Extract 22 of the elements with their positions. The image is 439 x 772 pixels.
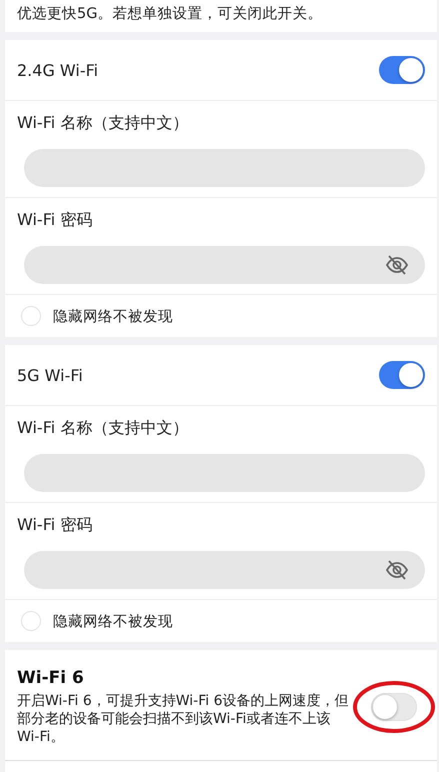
radio-button[interactable] — [21, 611, 41, 631]
field-label: Wi-Fi 名称（支持中文） — [17, 418, 188, 438]
field-label: Wi-Fi 密码 — [17, 514, 92, 536]
password-field[interactable] — [24, 551, 425, 589]
password-field[interactable] — [24, 246, 425, 284]
intro-text: 优选更快5G。若想单独设置，可关闭此开关。 — [16, 5, 324, 24]
toggle-switch[interactable] — [379, 56, 425, 84]
field-label: Wi-Fi 名称（支持中文） — [17, 112, 188, 134]
hidden-label: 隐藏网络不被发现 — [53, 612, 173, 630]
wifi6-title: Wi-Fi 6 — [17, 668, 85, 688]
name-field[interactable] — [24, 149, 425, 187]
wifi6-description: 开启Wi-Fi 6，可提升支持Wi-Fi 6设备的上网速度，但部分老的设备可能会扫描不到该Wi-Fi或者连不上该Wi-Fi。 — [17, 692, 350, 746]
name-field[interactable] — [24, 454, 425, 492]
toggle-switch[interactable] — [379, 361, 425, 389]
radio-button[interactable] — [21, 306, 41, 326]
band-title: 2.4G Wi-Fi — [17, 60, 98, 80]
toggle-switch[interactable] — [371, 693, 417, 721]
band-title: 5G Wi-Fi — [17, 366, 83, 384]
hidden-eye-icon[interactable] — [385, 560, 409, 580]
field-label: Wi-Fi 密码 — [17, 210, 92, 230]
hidden-eye-icon[interactable] — [385, 255, 409, 275]
hidden-label: 隐藏网络不被发现 — [53, 308, 173, 326]
